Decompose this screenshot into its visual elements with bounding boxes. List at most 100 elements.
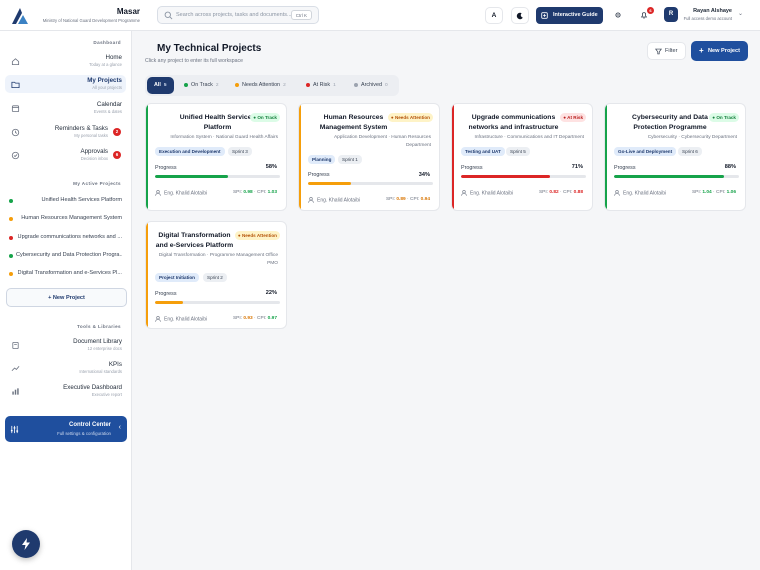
project-card[interactable]: Upgrade communications networks and infr… — [451, 103, 593, 211]
search-shortcut: Ctrl K — [290, 10, 312, 20]
status-stripe — [452, 104, 454, 210]
tab-at-risk[interactable]: At Risk 1 — [302, 77, 342, 94]
progress-value: 58% — [265, 164, 277, 170]
status-dot — [235, 82, 239, 87]
project-card[interactable]: Unified Health Services Platform ● On Tr… — [145, 103, 287, 211]
book-icon — [12, 341, 19, 350]
theme-toggle-button[interactable] — [511, 7, 529, 24]
user-icon — [308, 197, 314, 203]
project-card[interactable]: Digital Transformation and e-Services Pl… — [145, 221, 287, 329]
cpi-label: · CPI: — [713, 190, 726, 195]
project-metrics: SPI: 1.04 · CPI: 1.06 — [692, 190, 736, 195]
sidebar-item-sub: 12 enterprise docs — [87, 346, 122, 351]
progress-label: Progress — [461, 165, 483, 171]
status-tabs: All 5 On Track 2 Needs Attention 2 At Risk 1… — [145, 75, 399, 96]
sidebar-item-kpis[interactable]: KPIs International standards — [5, 359, 126, 377]
cpi-label: · CPI: — [407, 197, 420, 202]
chevron-down-icon: ⌄ — [738, 11, 744, 17]
check-circle-icon — [11, 151, 20, 160]
status-badge: ● Needs Attention — [234, 231, 280, 240]
owner-name: Eng. Khalid Alotaibi — [164, 190, 208, 197]
brand-subtitle: Ministry of National Guard Development P… — [42, 18, 140, 23]
control-center-button[interactable]: Control Center Full settings & configura… — [5, 416, 127, 442]
tab-label: Archived — [361, 82, 382, 88]
filter-button[interactable]: Filter — [647, 42, 686, 60]
progress-fill — [308, 182, 351, 185]
sidebar-project-item[interactable]: Cybersecurity and Data Protection Progra… — [5, 249, 126, 263]
user-icon — [155, 190, 161, 196]
sidebar-project-item[interactable]: Digital Transformation and e-Services Pl… — [5, 267, 126, 281]
progress-label: Progress — [308, 172, 330, 178]
sidebar-item-home[interactable]: Home Today at a glance — [5, 52, 126, 70]
spi-label: SPI: — [232, 190, 243, 195]
control-center-label: Control Center — [69, 422, 111, 428]
brand[interactable]: Masar Ministry of National Guard Develop… — [10, 5, 140, 27]
notifications-button[interactable]: 6 — [635, 7, 654, 24]
tab-count: 0 — [384, 83, 388, 88]
cpi-value: 0.88 — [573, 190, 583, 195]
sidebar-new-project-button[interactable]: + New Project — [6, 288, 127, 307]
phase-tag: Planning — [308, 155, 336, 164]
status-label: Needs Attention — [394, 115, 430, 120]
progress-value: 71% — [571, 164, 583, 170]
project-title: Cybersecurity and Data Protection Progra… — [632, 114, 708, 131]
settings-button[interactable] — [609, 7, 627, 24]
sidebar-item-document-library[interactable]: Document Library 12 enterprise docs — [5, 336, 126, 354]
sidebar-project-item[interactable]: Human Resources Management System — [5, 212, 126, 226]
project-card[interactable]: Human Resources Management System ● Need… — [298, 103, 440, 211]
owner-name: Eng. Khalid Alotaibi — [164, 316, 208, 323]
search-input[interactable]: Search across projects, tasks and docume… — [157, 6, 319, 24]
progress-bar — [155, 175, 280, 178]
brand-name: Masar — [116, 7, 140, 16]
sidebar-item-label: Executive Dashboard — [63, 384, 122, 391]
sidebar-item-calendar[interactable]: Calendar Events & dates — [5, 99, 126, 117]
language-button[interactable]: A — [485, 7, 503, 24]
status-dot — [354, 82, 358, 87]
tab-on-track[interactable]: On Track 2 — [180, 77, 225, 94]
reminders-badge: 2 — [113, 128, 121, 136]
sidebar-project-item[interactable]: Upgrade communications networks and ... — [5, 231, 126, 245]
project-owner: Eng. Khalid Alotaibi — [614, 190, 666, 196]
new-project-button[interactable]: + New Project — [691, 41, 748, 61]
plus-icon: + — [699, 46, 704, 55]
progress-bar — [155, 301, 280, 304]
user-icon — [155, 316, 161, 322]
tab-archived[interactable]: Archived 0 — [350, 77, 395, 94]
phase-tag: Go-Live and Deployment — [614, 147, 677, 156]
sprint-tag: Sprint 3 — [228, 147, 252, 156]
interactive-guide-button[interactable]: Interactive Guide — [536, 7, 603, 24]
phase-tag: Project Initiation — [155, 273, 199, 282]
sidebar-item-my-projects[interactable]: My Projects All your projects — [5, 75, 126, 93]
project-title: Digital Transformation and e-Services Pl… — [155, 232, 234, 249]
sidebar-item-label: Document Library — [73, 338, 122, 345]
progress-value: 34% — [418, 172, 430, 178]
project-owner: Eng. Khalid Alotaibi — [155, 190, 207, 196]
sidebar-item-executive-dashboard[interactable]: Executive Dashboard Executive report — [5, 382, 126, 400]
logo-icon — [12, 8, 28, 24]
quick-action-button[interactable] — [12, 530, 40, 558]
tab-label: On Track — [191, 82, 213, 88]
sidebar-item-reminders[interactable]: Reminders & Tasks My personal tasks 2 — [5, 123, 126, 141]
sidebar-section-dashboard: Dashboard — [93, 40, 121, 45]
project-card[interactable]: Cybersecurity and Data Protection Progra… — [604, 103, 746, 211]
phase-tag: Execution and Development — [155, 147, 225, 156]
status-dot — [9, 217, 13, 221]
status-badge: ● On Track — [250, 113, 280, 122]
tab-count: 1 — [333, 83, 336, 88]
spi-label: SPI: — [538, 190, 549, 195]
search-placeholder: Search across projects, tasks and docume… — [176, 12, 292, 18]
lightning-icon — [22, 538, 30, 550]
tab-needs-attention[interactable]: Needs Attention 2 — [231, 77, 293, 94]
status-dot — [9, 236, 13, 240]
user-role: Full access demo account — [683, 16, 732, 21]
tab-count: 2 — [283, 83, 286, 88]
sidebar-item-approvals[interactable]: Approvals Decision inbox 6 — [5, 146, 126, 164]
progress-value: 22% — [265, 290, 277, 296]
sidebar-project-item[interactable]: Unified Health Services Platform — [5, 194, 126, 208]
user-name: Rayan Alshaye — [693, 8, 732, 14]
user-menu[interactable]: R Rayan Alshaye Full access demo account… — [660, 6, 750, 25]
status-label: On Track — [716, 115, 736, 120]
cpi-label: · CPI: — [254, 316, 267, 321]
tab-label: Needs Attention — [242, 82, 281, 88]
tab-all[interactable]: All 5 — [147, 77, 174, 94]
